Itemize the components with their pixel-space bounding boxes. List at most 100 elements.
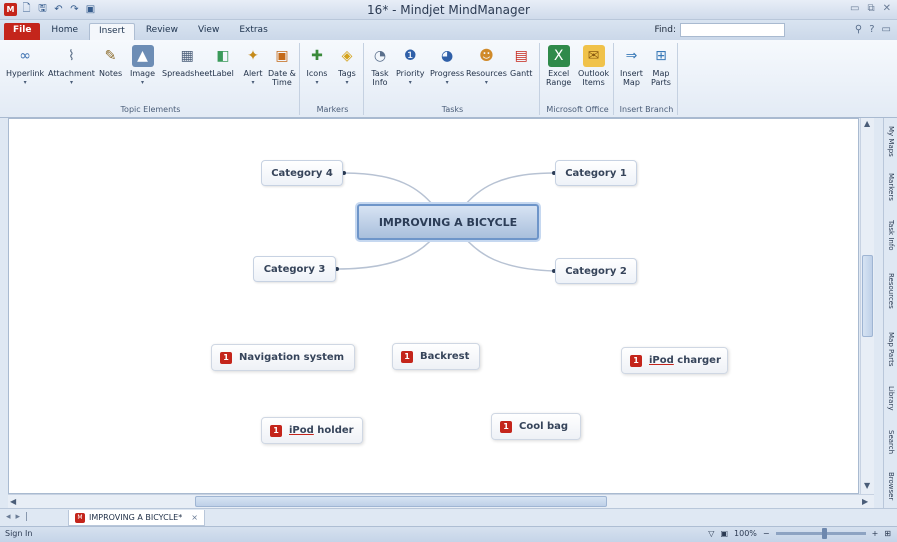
floating-topic-ipod-holder[interactable]: 1 iPod holder xyxy=(261,417,363,444)
help-icon[interactable]: ? xyxy=(869,24,874,35)
sign-in-button[interactable]: Sign In xyxy=(5,529,32,538)
side-pane-tabs: My Maps Markers Task Info Resources Map … xyxy=(883,118,897,508)
alert-button[interactable]: ✦ Alert ▾ xyxy=(242,45,264,87)
floating-topic-label: Cool bag xyxy=(519,421,569,432)
outlook-items-button[interactable]: ✉ Outlook Items xyxy=(578,45,609,87)
progress-icon: ◕ xyxy=(440,47,454,64)
horizontal-scrollbar[interactable]: ◀ ▶ xyxy=(8,494,874,508)
undo-icon[interactable]: ↶ xyxy=(52,3,65,16)
minimize-icon[interactable]: ▭ xyxy=(850,3,859,14)
side-tab-resources[interactable]: Resources xyxy=(885,262,897,320)
ribbon: ∞ Hyperlink ▾ ⌇ Attachment ▾ ✎ Notes ▲ Ima… xyxy=(0,40,897,118)
attachment-button[interactable]: ⌇ Attachment ▾ xyxy=(48,45,95,87)
group-insert-branch: ⇒ Insert Map ⊞ Map Parts Insert Branch xyxy=(616,43,678,115)
priority-button[interactable]: ❶ Priority ▾ xyxy=(396,45,424,87)
binoculars-icon[interactable]: ⚲ xyxy=(855,24,862,35)
vertical-scroll-thumb[interactable] xyxy=(862,255,873,337)
tab-view[interactable]: View xyxy=(189,23,228,40)
floating-topic-ipod-charger[interactable]: 1 iPod charger xyxy=(621,347,728,374)
icons-icon: ✚ xyxy=(311,47,323,64)
floating-topic-label: iPod holder xyxy=(289,425,354,436)
vertical-scrollbar[interactable]: ▲ ▼ xyxy=(860,118,874,494)
tab-home[interactable]: Home xyxy=(42,23,87,40)
zoom-slider-knob[interactable] xyxy=(821,528,827,539)
tab-review[interactable]: Review xyxy=(137,23,187,40)
floating-topic-navigation-system[interactable]: 1 Navigation system xyxy=(211,344,355,371)
gantt-button[interactable]: ▤ Gantt xyxy=(510,45,532,79)
floating-topic-backrest[interactable]: 1 Backrest xyxy=(392,343,480,370)
tab-back-icon[interactable]: ◂ xyxy=(6,512,11,522)
redo-icon[interactable]: ↷ xyxy=(68,3,81,16)
topic-category-1[interactable]: Category 1 xyxy=(555,160,637,186)
progress-button[interactable]: ◕ Progress ▾ xyxy=(430,45,464,87)
image-icon: ▲ xyxy=(131,45,154,67)
side-tab-browser[interactable]: Browser xyxy=(885,466,897,506)
scroll-down-icon[interactable]: ▼ xyxy=(864,481,870,490)
scroll-up-icon[interactable]: ▲ xyxy=(864,119,870,128)
map-canvas[interactable]: IMPROVING A BICYCLE Category 4 Category … xyxy=(8,118,859,494)
customize-qat-icon[interactable]: ▣ xyxy=(84,3,97,16)
group-label-insert-branch: Insert Branch xyxy=(619,105,674,114)
close-icon[interactable]: ✕ xyxy=(883,3,891,14)
icons-button[interactable]: ✚ Icons ▾ xyxy=(306,45,328,87)
save-icon[interactable]: 🖫 xyxy=(36,3,49,16)
topic-category-4[interactable]: Category 4 xyxy=(261,160,343,186)
restore-icon[interactable]: ⧉ xyxy=(867,3,874,14)
alert-icon: ✦ xyxy=(247,47,259,64)
horizontal-scroll-thumb[interactable] xyxy=(195,496,607,507)
side-tab-map-parts[interactable]: Map Parts xyxy=(885,324,897,374)
tab-file[interactable]: File xyxy=(4,23,41,40)
quick-access-toolbar: M 🗋 🖫 ↶ ↷ ▣ xyxy=(4,3,97,16)
resources-button[interactable]: ☻ Resources ▾ xyxy=(466,45,507,87)
topic-category-3[interactable]: Category 3 xyxy=(253,256,336,282)
floating-topic-cool-bag[interactable]: 1 Cool bag xyxy=(491,413,581,440)
side-tab-task-info[interactable]: Task Info xyxy=(885,212,897,258)
side-tab-my-maps[interactable]: My Maps xyxy=(885,120,897,162)
scroll-right-icon[interactable]: ▶ xyxy=(862,497,868,506)
group-markers: ✚ Icons ▾ ◈ Tags ▾ Markers xyxy=(302,43,364,115)
tags-button[interactable]: ◈ Tags ▾ xyxy=(336,45,358,87)
ribbon-minimize-icon[interactable]: ▭ xyxy=(882,24,891,35)
zoom-in-icon[interactable]: + xyxy=(872,529,879,538)
zoom-slider[interactable] xyxy=(775,528,866,539)
floating-topic-label: Navigation system xyxy=(239,352,345,363)
notes-icon: ✎ xyxy=(104,47,117,64)
zoom-out-icon[interactable]: − xyxy=(763,529,770,538)
notes-button[interactable]: ✎ Notes xyxy=(99,45,122,79)
filter-icon[interactable]: ▽ xyxy=(708,529,714,538)
excel-range-button[interactable]: X Excel Range xyxy=(546,45,571,87)
floating-topic-label: Backrest xyxy=(420,351,470,362)
central-topic[interactable]: IMPROVING A BICYCLE xyxy=(357,204,539,240)
side-tab-library[interactable]: Library xyxy=(885,378,897,418)
spreadsheet-button[interactable]: ▦ Spreadsheet xyxy=(162,45,212,79)
tab-forward-icon[interactable]: ▸ xyxy=(16,512,21,522)
map-parts-button[interactable]: ⊞ Map Parts xyxy=(650,45,672,88)
tab-insert[interactable]: Insert xyxy=(89,23,135,40)
image-button[interactable]: ▲ Image ▾ xyxy=(130,45,155,87)
hyperlink-button[interactable]: ∞ Hyperlink ▾ xyxy=(6,45,44,87)
find-input[interactable] xyxy=(680,23,785,37)
task-info-button[interactable]: ◔ Task Info xyxy=(369,45,391,88)
document-tab-bar: ◂ ▸ | M IMPROVING A BICYCLE* × xyxy=(0,508,897,526)
tab-list-icon[interactable]: | xyxy=(25,512,28,522)
fit-map-icon[interactable]: ⊞ xyxy=(884,529,891,538)
window-title: 16* - Mindjet MindManager xyxy=(367,3,530,17)
date-time-button[interactable]: ▣ Date & Time xyxy=(268,45,296,88)
view-mode-icon[interactable]: ▣ xyxy=(720,529,728,538)
group-label-markers: Markers xyxy=(316,105,349,114)
document-tab[interactable]: M IMPROVING A BICYCLE* × xyxy=(68,510,205,526)
side-tab-markers[interactable]: Markers xyxy=(885,166,897,208)
close-tab-icon[interactable]: × xyxy=(191,513,198,522)
insert-map-button[interactable]: ⇒ Insert Map xyxy=(620,45,643,88)
priority-1-icon: 1 xyxy=(500,420,512,433)
new-file-icon[interactable]: 🗋 xyxy=(20,3,33,16)
priority-1-icon: 1 xyxy=(401,350,413,363)
app-menu-icon[interactable]: M xyxy=(4,3,17,16)
topic-category-2[interactable]: Category 2 xyxy=(555,258,637,284)
priority-1-icon: 1 xyxy=(220,351,232,364)
side-tab-search[interactable]: Search xyxy=(885,422,897,462)
ribbon-tab-strip: File Home Insert Review View Extras Find… xyxy=(0,20,897,40)
tab-extras[interactable]: Extras xyxy=(230,23,276,40)
scroll-left-icon[interactable]: ◀ xyxy=(10,497,16,506)
label-button[interactable]: ◧ Label xyxy=(212,45,234,79)
